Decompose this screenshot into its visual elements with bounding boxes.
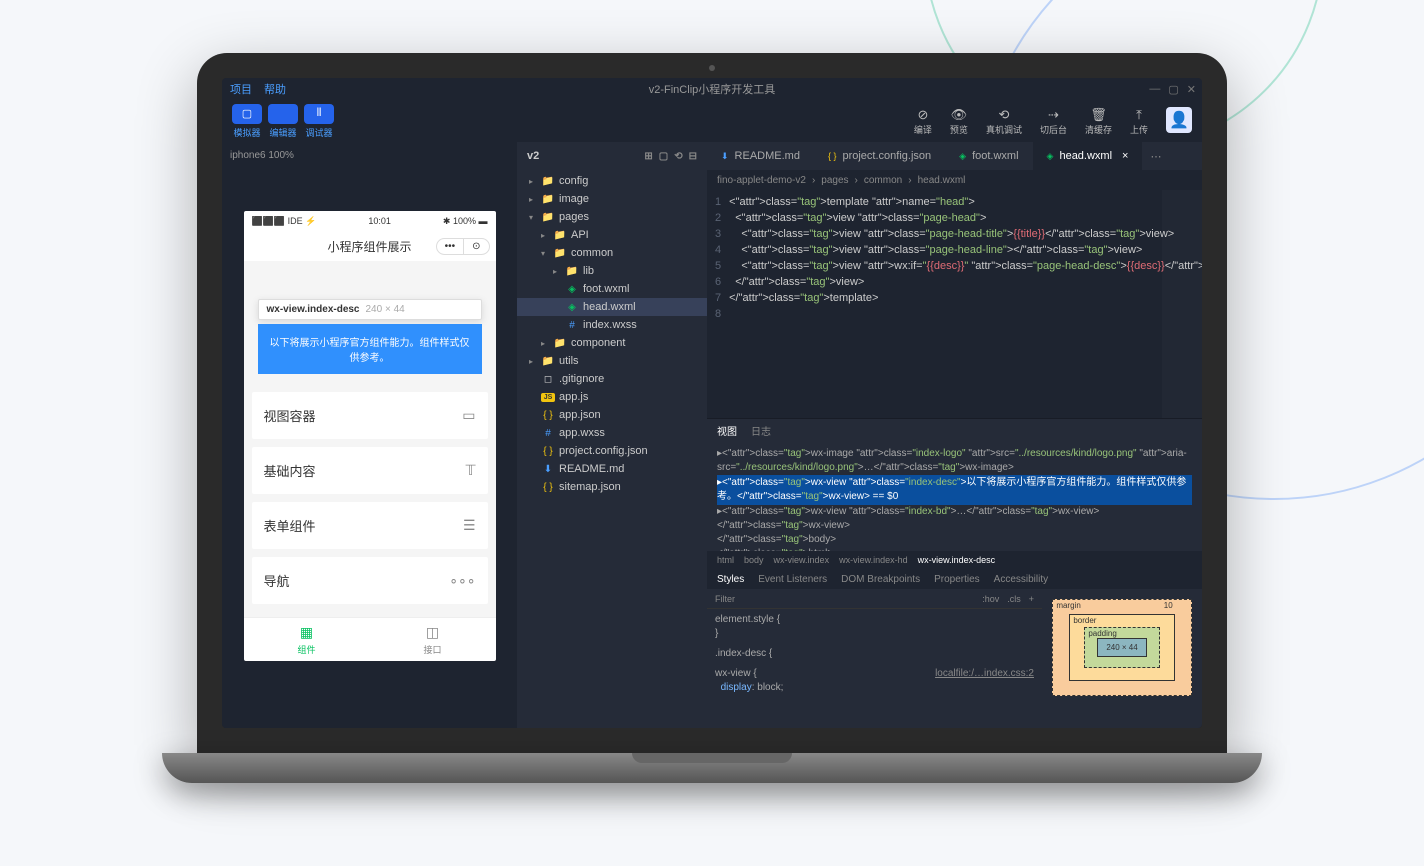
tree-.gitignore[interactable]: ◻.gitignore — [517, 370, 707, 388]
new-file-icon[interactable]: ⊞ — [644, 151, 652, 162]
minimap[interactable] — [1162, 190, 1202, 418]
styles-filter-input[interactable]: Filter — [715, 594, 735, 604]
phone-frame: ⬛⬛⬛ IDE ⚡ 10:01 ✱ 100% ▬ 小程序组件展示 ••• ⊙ — [244, 211, 496, 661]
dom-bc-2[interactable]: wx-view.index — [774, 555, 830, 565]
collapse-icon[interactable]: ⊟ — [689, 151, 697, 162]
styles-tab-3[interactable]: Properties — [934, 574, 980, 585]
menu-item-1[interactable]: 基础内容𝕋 — [252, 447, 488, 494]
toolbar-action-0[interactable]: ⊘编译 — [914, 107, 932, 136]
breadcrumb-1[interactable]: pages — [821, 175, 848, 186]
tree-lib[interactable]: ▸📁lib — [517, 262, 707, 280]
new-folder-icon[interactable]: ▢ — [659, 151, 668, 162]
box-model: margin 10 border padding 240 × 44 — [1042, 589, 1202, 728]
tree-pages[interactable]: ▾📁pages — [517, 208, 707, 226]
toolbar-action-2[interactable]: ⟲真机调试 — [986, 107, 1022, 136]
refresh-icon[interactable]: ⟲ — [674, 151, 682, 162]
window-title: v2-FinClip小程序开发工具 — [649, 81, 776, 97]
menu-project[interactable]: 项目 — [230, 81, 252, 97]
simulator-device-info: iphone6 100% — [230, 150, 509, 161]
highlighted-element[interactable]: 以下将展示小程序官方组件能力。组件样式仅供参考。 — [258, 324, 482, 374]
filter-ctrl-0[interactable]: :hov — [982, 594, 999, 604]
menu-help[interactable]: 帮助 — [264, 81, 286, 97]
styles-tab-1[interactable]: Event Listeners — [758, 574, 827, 585]
menu-item-2[interactable]: 表单组件☰ — [252, 502, 488, 549]
tree-sitemap.json[interactable]: { }sitemap.json — [517, 478, 707, 496]
tree-foot.wxml[interactable]: ◈foot.wxml — [517, 280, 707, 298]
inspector-tooltip: wx-view.index-desc240 × 44 — [258, 299, 482, 320]
status-battery: ✱ 100% ▬ — [443, 216, 488, 227]
editor-tab-3[interactable]: ◈head.wxml× — [1033, 142, 1143, 170]
tree-config[interactable]: ▸📁config — [517, 172, 707, 190]
editor-tab-1[interactable]: { }project.config.json — [814, 142, 945, 170]
dt-panel-1[interactable]: 日志 — [751, 423, 771, 438]
toolbar-action-3[interactable]: ⇢切后台 — [1040, 107, 1067, 136]
toolbar-action-5[interactable]: ⤒上传 — [1130, 107, 1148, 136]
filter-ctrl-2[interactable]: + — [1029, 594, 1034, 604]
code-content[interactable]: <"attr">class="tag">template "attr">name… — [729, 190, 1202, 418]
capsule-menu-icon[interactable]: ••• — [437, 239, 465, 254]
breadcrumb-2[interactable]: common — [864, 175, 902, 186]
editor-area: ⬇README.md{ }project.config.json◈foot.wx… — [707, 142, 1202, 728]
menu-item-0[interactable]: 视图容器▭ — [252, 392, 488, 439]
ide-window: 项目 帮助 v2-FinClip小程序开发工具 — ▢ ✕ ▢模拟器编辑器⫴调试… — [222, 78, 1202, 728]
dom-tree[interactable]: ▸<"attr">class="tag">wx-image "attr">cla… — [707, 441, 1202, 551]
status-time: 10:01 — [368, 216, 391, 226]
styles-tab-4[interactable]: Accessibility — [994, 574, 1048, 585]
toolbar: ▢模拟器编辑器⫴调试器 ⊘编译👁预览⟲真机调试⇢切后台🗑清缓存⤒上传👤 — [222, 100, 1202, 142]
tree-common[interactable]: ▾📁common — [517, 244, 707, 262]
window-close[interactable]: ✕ — [1187, 83, 1196, 96]
avatar[interactable]: 👤 — [1166, 107, 1192, 133]
toolbar-btn-1[interactable] — [268, 104, 298, 124]
dom-bc-1[interactable]: body — [744, 555, 764, 565]
dom-bc-4[interactable]: wx-view.index-desc — [918, 555, 996, 565]
tree-app.json[interactable]: { }app.json — [517, 406, 707, 424]
toolbar-action-1[interactable]: 👁预览 — [950, 107, 968, 136]
dt-panel-0[interactable]: 视图 — [717, 423, 737, 438]
tree-utils[interactable]: ▸📁utils — [517, 352, 707, 370]
tree-API[interactable]: ▸📁API — [517, 226, 707, 244]
tree-image[interactable]: ▸📁image — [517, 190, 707, 208]
styles-tab-0[interactable]: Styles — [717, 574, 744, 585]
editor-tab-2[interactable]: ◈foot.wxml — [945, 142, 1032, 170]
laptop-frame: 项目 帮助 v2-FinClip小程序开发工具 — ▢ ✕ ▢模拟器编辑器⫴调试… — [162, 53, 1262, 813]
tree-head.wxml[interactable]: ◈head.wxml — [517, 298, 707, 316]
breadcrumb-3[interactable]: head.wxml — [918, 175, 966, 186]
file-explorer: v2 ⊞ ▢ ⟲ ⊟ ▸📁config▸📁image▾📁pages▸📁API▾📁… — [517, 142, 707, 728]
tabbar-item-0[interactable]: ▦组件 — [244, 618, 370, 661]
tree-project.config.json[interactable]: { }project.config.json — [517, 442, 707, 460]
filter-ctrl-1[interactable]: .cls — [1007, 594, 1021, 604]
menubar: 项目 帮助 v2-FinClip小程序开发工具 — ▢ ✕ — [222, 78, 1202, 100]
toolbar-btn-2[interactable]: ⫴ — [304, 104, 334, 124]
simulator-panel: iphone6 100% ⬛⬛⬛ IDE ⚡ 10:01 ✱ 100% ▬ 小程… — [222, 142, 517, 728]
devtools: 视图日志 ▸<"attr">class="tag">wx-image "attr… — [707, 418, 1202, 728]
capsule-close-icon[interactable]: ⊙ — [464, 239, 488, 254]
tree-index.wxss[interactable]: #index.wxss — [517, 316, 707, 334]
tree-app.wxss[interactable]: #app.wxss — [517, 424, 707, 442]
tree-app.js[interactable]: JSapp.js — [517, 388, 707, 406]
window-minimize[interactable]: — — [1149, 83, 1160, 96]
tree-component[interactable]: ▸📁component — [517, 334, 707, 352]
toolbar-action-4[interactable]: 🗑清缓存 — [1085, 107, 1112, 136]
tree-README.md[interactable]: ⬇README.md — [517, 460, 707, 478]
breadcrumb-0[interactable]: fino-applet-demo-v2 — [717, 175, 806, 186]
dom-bc-3[interactable]: wx-view.index-hd — [839, 555, 908, 565]
dom-bc-0[interactable]: html — [717, 555, 734, 565]
editor-tab-0[interactable]: ⬇README.md — [707, 142, 814, 170]
tab-more-icon[interactable]: ⋯ — [1142, 150, 1169, 163]
menu-item-3[interactable]: 导航∘∘∘ — [252, 557, 488, 604]
status-carrier: ⬛⬛⬛ IDE ⚡ — [252, 216, 317, 227]
window-maximize[interactable]: ▢ — [1168, 83, 1178, 96]
toolbar-btn-0[interactable]: ▢ — [232, 104, 262, 124]
gutter: 1 2 3 4 5 6 7 8 — [707, 190, 729, 418]
app-title: 小程序组件展示 — [327, 238, 411, 255]
styles-tab-2[interactable]: DOM Breakpoints — [841, 574, 920, 585]
tabbar-item-1[interactable]: ◫接口 — [370, 618, 496, 661]
explorer-root[interactable]: v2 — [527, 150, 539, 162]
